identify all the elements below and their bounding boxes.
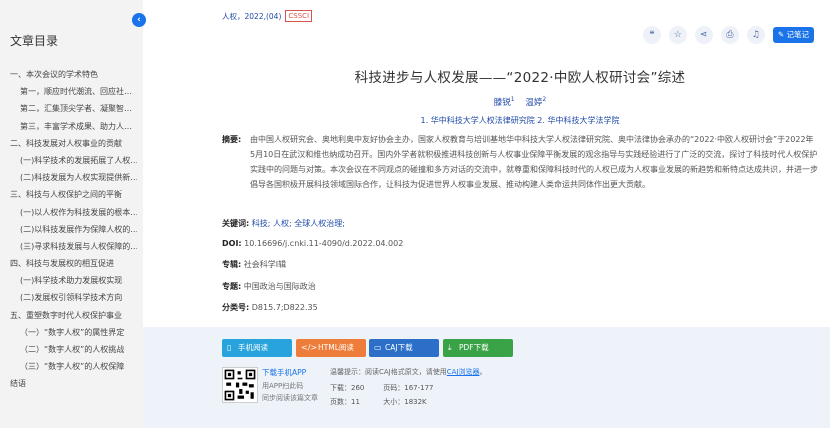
caj-browser-link[interactable]: CAJ浏览器 [447,368,480,376]
toc-list: 一、本次会议的学术特色 第一，顺应时代潮流、回应社… 第二，汇集顶尖学者、凝聚智… 第… [0,66,143,393]
toc-item[interactable]: （二）“数字人权”的人权挑战 [0,341,137,358]
keyword-link[interactable]: 科技; [252,219,271,228]
note-button[interactable]: ✎ 记笔记 [772,27,814,43]
keywords-label: 关键词: [222,219,250,228]
toc-item[interactable]: 四、科技与发展权的相互促进 [0,255,143,272]
note-button-label: 记笔记 [786,30,810,39]
doi-row: DOI: 10.16696/j.cnki.11-4090/d.2022.04.0… [222,236,818,251]
toc-title: 文章目录 [10,34,59,48]
toc-item[interactable]: (一)以人权作为科技发展的根本… [0,204,137,221]
chevron-left-icon[interactable]: ‹ [132,13,146,27]
caj-download-button[interactable]: ▭ CAJ下载 [369,339,439,357]
print-icon[interactable]: ⎙ [720,26,739,44]
toc-item[interactable]: 一、本次会议的学术特色 [0,66,143,83]
qr-code [222,367,258,403]
keyword-link[interactable]: 人权; [273,219,292,228]
doi-label: DOI: [222,239,242,248]
share-icon[interactable]: ⋖ [694,26,713,44]
keyword-link[interactable]: 全球人权治理; [294,219,345,228]
affiliations[interactable]: 1. 华中科技大学人权法律研究院 2. 华中科技大学法学院 [222,115,818,126]
quote-icon[interactable]: ❝ [642,26,661,44]
star-icon[interactable]: ☆ [668,26,687,44]
journal-meta: 人权，2022,(04) CSSCI [222,10,313,22]
code-icon: </> [301,343,318,352]
html-read-button[interactable]: </> HTML阅读 [296,339,366,357]
author-list: 滕锐1 温婷2 [222,96,818,108]
downloads-label: 下载： [330,384,351,392]
toc-item[interactable]: （三）“数字人权”的人权保障 [0,358,137,375]
pagecount-value: 11 [351,398,360,406]
class-row: 分类号: D815.7;D822.35 [222,300,818,315]
abstract: 摘要: 由中国人权研究会、奥地利奥中友好协会主办，国家人权教育与培训基地华中科技… [222,132,818,192]
series-label: 专辑: [222,260,242,269]
size-value: 1832K [404,398,427,406]
bell-icon[interactable]: ♫ [746,26,765,44]
pdf-download-button[interactable]: ⤓ PDF下载 [443,339,513,357]
qr-text: 同步阅读该篇文章 [262,394,318,402]
toc-sidebar: 文章目录 一、本次会议的学术特色 第一，顺应时代潮流、回应社… 第二，汇集顶尖学者、… [0,0,143,428]
toc-item[interactable]: 五、重塑数字时代人权保护事业 [0,307,143,324]
topic-value: 中国政治与国际政治 [243,282,316,291]
cssci-badge: CSSCI [285,10,313,22]
pages-value: 167-177 [404,384,434,392]
toc-item[interactable]: 第一，顺应时代潮流、回应社… [0,83,137,100]
download-app-link[interactable]: 下载手机APP [262,367,306,378]
qr-text: 用APP扫此码 [262,382,304,390]
toc-item[interactable]: (一)科学技术助力发展权实现 [0,272,137,289]
toc-item[interactable]: 结语 [0,375,143,392]
pagecount-label: 页数： [330,398,351,406]
doi-value: 10.16696/j.cnki.11-4090/d.2022.04.002 [244,239,404,248]
topic-label: 专题: [222,282,242,291]
toc-item[interactable]: 第三，丰富学术成果、助力人… [0,118,137,135]
toc-item[interactable]: (二)发展权引领科学技术方向 [0,289,137,306]
author-link[interactable]: 滕锐1 [494,96,515,108]
toc-item[interactable]: 二、科技发展对人权事业的贡献 [0,135,143,152]
toc-item[interactable]: (一)科学技术的发展拓展了人权… [0,152,137,169]
caj-tip: 温馨提示：阅读CAJ格式原文，请使用CAJ浏览器。 [330,368,487,376]
toc-item[interactable]: (三)寻求科技发展与人权保障的… [0,238,137,255]
book-icon: ▭ [374,343,382,352]
topic-row: 专题: 中国政治与国际政治 [222,279,818,294]
class-value: D815.7;D822.35 [251,303,318,312]
pdf-icon: ⤓ [448,343,452,352]
toc-item[interactable]: 三、科技与人权保护之间的平衡 [0,186,143,203]
mobile-read-button[interactable]: ▯ 手机阅读 [222,339,292,357]
phone-icon: ▯ [227,343,232,352]
toc-item[interactable]: (二)以科技发展作为保障人权的… [0,221,137,238]
abstract-label: 摘要: [222,135,242,144]
series-row: 专辑: 社会科学Ⅰ辑 [222,257,818,272]
downloads-count: 260 [351,384,365,392]
class-label: 分类号: [222,303,250,312]
series-value: 社会科学Ⅰ辑 [243,260,287,269]
journal-info[interactable]: 人权，2022,(04) [222,11,281,22]
toc-item[interactable]: (二)科技发展为人权实现提供新… [0,169,137,186]
toc-item[interactable]: 第二，汇集顶尖学者、凝聚智… [0,100,137,117]
size-label: 大小： [383,398,405,406]
toolbar: ❝ ☆ ⋖ ⎙ ♫ ✎ 记笔记 [642,26,814,44]
abstract-text: 由中国人权研究会、奥地利奥中友好协会主办，国家人权教育与培训基地华中科技大学人权… [250,135,818,189]
article-title: 科技进步与人权发展——“2022·中欧人权研讨会”综述 [354,70,686,86]
author-link[interactable]: 温婷2 [525,96,546,108]
file-stats: 下载：260 页码：167-177 页数：11 大小：1832K [330,381,433,409]
pages-label: 页码： [383,384,405,392]
keywords-row: 关键词: 科技; 人权; 全球人权治理; [222,216,818,231]
toc-item[interactable]: （一）“数字人权”的属性界定 [0,324,137,341]
